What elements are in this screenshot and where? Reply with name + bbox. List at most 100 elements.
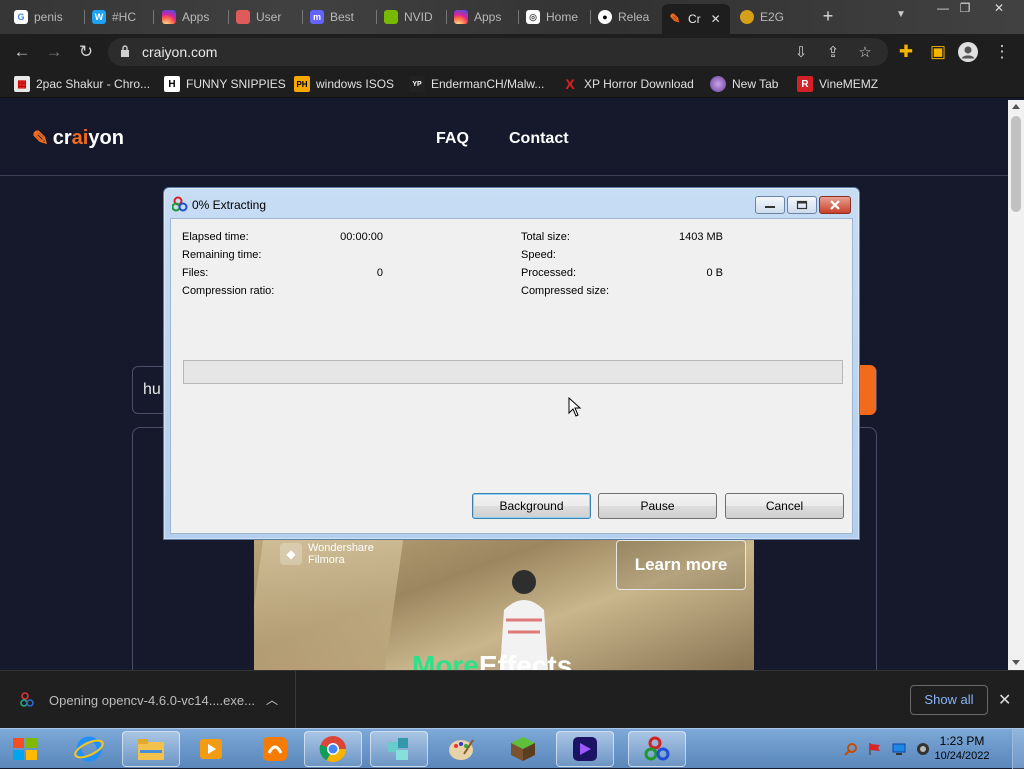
bookmark-item[interactable]: R VineMEMZ [797, 75, 878, 93]
scroll-down-arrow-icon[interactable] [1012, 660, 1020, 665]
menu-kebab-icon[interactable]: ⋮ [992, 42, 1012, 62]
taskbar-internet-explorer[interactable] [60, 731, 118, 767]
tab-0[interactable]: G penis [8, 6, 84, 28]
taskbar-paint[interactable] [432, 731, 490, 767]
ad-brand: ◆ Wondershare Filmora [280, 542, 374, 566]
extensions-icon[interactable]: ✚ [896, 42, 916, 62]
folder-icon [138, 739, 164, 760]
profile-avatar-icon[interactable] [958, 42, 978, 62]
dialog-title: 0% Extracting [192, 198, 267, 212]
new-tab-icon[interactable]: + [818, 6, 838, 27]
url-text: craiyon.com [142, 44, 218, 60]
scrollbar-thumb[interactable] [1011, 116, 1021, 212]
nav-faq-link[interactable]: FAQ [436, 130, 469, 148]
address-bar[interactable]: craiyon.com ⇩ ⇪ ☆ [108, 38, 888, 66]
tab-separator [376, 10, 377, 24]
install-app-icon[interactable]: ⇩ [792, 43, 810, 61]
page-scrollbar[interactable] [1008, 100, 1024, 670]
close-tab-icon[interactable]: ✕ [711, 12, 721, 26]
cancel-button[interactable]: Cancel [725, 493, 844, 519]
tab-label: E2G [760, 10, 785, 24]
bookmark-item[interactable]: New Tab [710, 75, 778, 93]
tab-3[interactable]: User [230, 6, 302, 28]
tab-10[interactable]: E2G [734, 6, 806, 28]
ph-icon: PH [294, 76, 310, 92]
bookmark-star-icon[interactable]: ☆ [856, 43, 874, 61]
tab-4[interactable]: m Best [304, 6, 376, 28]
tab-label: Home [546, 10, 579, 24]
elapsed-time-label: Elapsed time: [182, 231, 249, 243]
filmora-ad[interactable]: ◆ Wondershare Filmora Learn more MoreEffe… [254, 540, 754, 670]
back-icon[interactable]: ← [12, 42, 32, 62]
close-download-bar-icon[interactable]: ✕ [998, 690, 1011, 710]
x-icon: X [565, 76, 575, 92]
bookmark-label: 2pac Shakur - Chro... [36, 77, 151, 91]
volume-tray-icon[interactable] [916, 742, 930, 756]
taskbar-clock[interactable]: 1:23 PM 10/24/2022 [932, 734, 992, 764]
tab-8[interactable]: ● Relea [592, 6, 658, 28]
taskbar-minecraft[interactable] [494, 731, 552, 767]
dialog-body: Elapsed time: 00:00:00 Remaining time: F… [170, 218, 853, 534]
lock-icon [121, 45, 129, 57]
uc-browser-icon [263, 737, 287, 761]
reload-icon[interactable]: ↻ [76, 42, 96, 62]
bookmark-label: New Tab [732, 77, 779, 91]
show-all-button[interactable]: Show all [910, 685, 988, 715]
bookmark-item[interactable]: H FUNNY SNIPPIES [164, 75, 286, 93]
tab-1[interactable]: W #HC [86, 6, 152, 28]
dialog-minimize-button[interactable] [755, 196, 785, 214]
scroll-up-arrow-icon[interactable] [1012, 104, 1020, 109]
side-panel-icon[interactable]: ▣ [928, 42, 948, 62]
compression-ratio-label: Compression ratio: [182, 285, 275, 297]
bookmark-item[interactable]: PH windows ISOS [294, 75, 394, 93]
dialog-maximize-button[interactable] [787, 196, 817, 214]
tab-7[interactable]: ◎ Home [520, 6, 590, 28]
taskbar-uc-browser[interactable] [246, 731, 304, 767]
windows-taskbar: 1:23 PM 10/24/2022 [0, 728, 1024, 769]
learn-more-button[interactable]: Learn more [616, 540, 746, 590]
tab-label: Apps [182, 10, 210, 24]
tab-craiyon-active[interactable]: ✎ Cr ✕ [662, 4, 730, 34]
mastodon-icon: m [310, 10, 324, 24]
tab-label: Relea [618, 10, 650, 24]
search-tray-icon[interactable] [844, 742, 858, 756]
chevron-up-icon[interactable]: ︿ [266, 691, 278, 708]
bookmark-item[interactable]: YP EndermanCH/Malw... [409, 75, 544, 93]
taskbar-video-editor[interactable] [556, 731, 614, 767]
background-button[interactable]: Background [472, 493, 591, 519]
total-size-label: Total size: [521, 231, 570, 243]
bookmark-item[interactable]: X XP Horror Download [562, 75, 694, 93]
instagram-icon [454, 10, 468, 24]
tab-search-icon[interactable]: ▼ [896, 9, 906, 20]
bookmark-label: windows ISOS [316, 77, 395, 91]
dialog-close-button[interactable] [819, 196, 851, 214]
taskbar-installer[interactable] [370, 731, 428, 767]
compressed-size-label: Compressed size: [521, 285, 610, 297]
flag-tray-icon[interactable] [868, 742, 882, 756]
tab-label: penis [34, 10, 63, 24]
taskbar-media-player[interactable] [182, 731, 240, 767]
bookmark-item[interactable]: ▦ 2pac Shakur - Chro... [14, 75, 150, 93]
tab-6[interactable]: Apps [448, 6, 518, 28]
windows-start-icon[interactable] [10, 735, 40, 763]
tab-2[interactable]: Apps [156, 6, 228, 28]
taskbar-file-explorer[interactable] [122, 731, 180, 767]
tab-separator [590, 10, 591, 24]
show-desktop-button[interactable] [1012, 729, 1024, 769]
nav-contact-link[interactable]: Contact [509, 130, 569, 148]
close-window-icon[interactable]: ✕ [984, 0, 1014, 18]
site-icon [740, 10, 754, 24]
forward-icon[interactable]: → [44, 42, 64, 62]
taskbar-7zip[interactable] [628, 731, 686, 767]
restore-icon[interactable]: ❐ [950, 0, 980, 18]
minimize-icon [765, 206, 775, 208]
share-icon[interactable]: ⇪ [824, 43, 842, 61]
taskbar-chrome[interactable] [304, 731, 362, 767]
tab-5[interactable]: NVID [378, 6, 446, 28]
display-tray-icon[interactable] [892, 742, 906, 756]
pause-button[interactable]: Pause [598, 493, 717, 519]
maximize-icon [796, 200, 808, 210]
instagram-icon [162, 10, 176, 24]
craiyon-logo[interactable]: ✎ craiyon [32, 126, 124, 151]
download-item[interactable]: Opening opencv-4.6.0-vc14....exe... ︿ [0, 671, 296, 729]
